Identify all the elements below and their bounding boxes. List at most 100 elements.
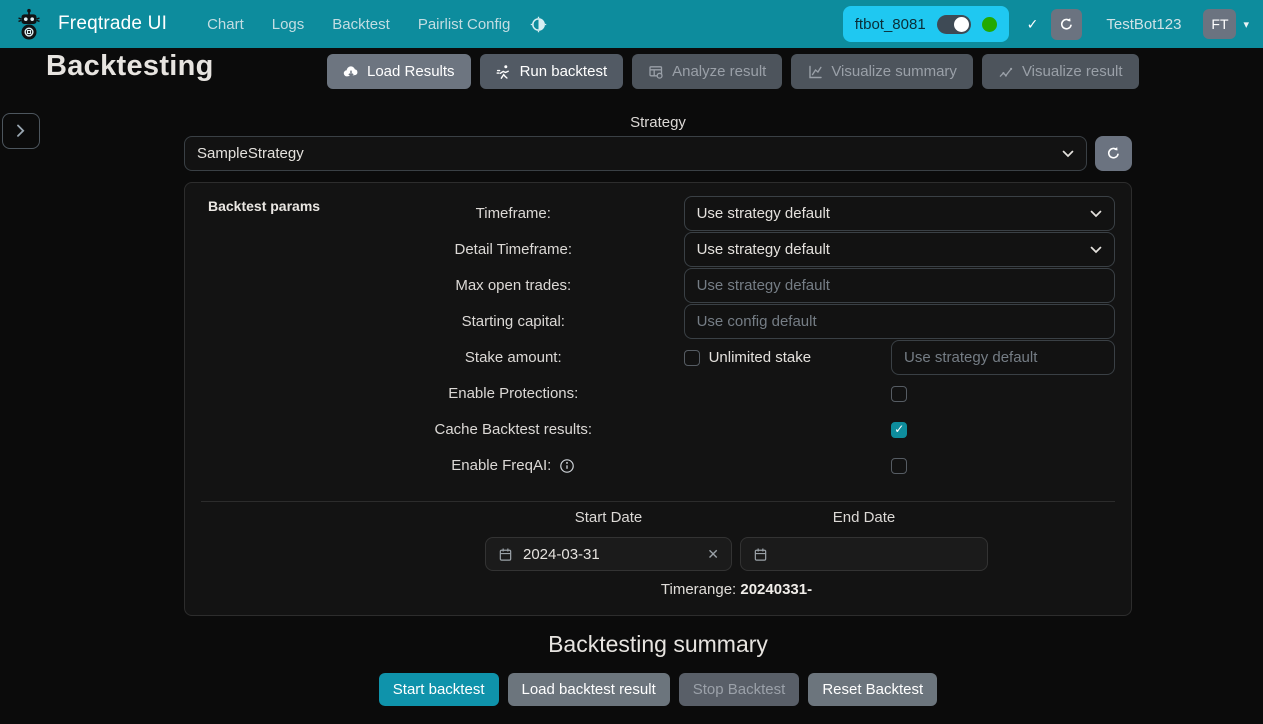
cache-results-row: Cache Backtest results: <box>185 412 1115 447</box>
strategy-label: Strategy <box>184 114 1132 131</box>
timeframe-select[interactable]: Use strategy default <box>684 196 1115 231</box>
enable-protections-checkbox[interactable] <box>891 386 907 402</box>
stake-amount-row: Stake amount: Unlimited stake <box>185 340 1115 375</box>
header-actions: Load Results Run backtest Ana <box>327 54 1139 89</box>
end-date-input[interactable] <box>740 537 988 571</box>
load-results-button[interactable]: Load Results <box>327 54 471 89</box>
cache-results-label: Cache Backtest results: <box>185 421 684 438</box>
info-icon[interactable] <box>559 458 575 474</box>
table-gear-icon <box>648 64 664 80</box>
unlimited-stake-checkbox[interactable] <box>684 350 700 366</box>
enable-freqai-checkbox[interactable] <box>891 458 907 474</box>
timeframe-label: Timeframe: <box>185 205 684 222</box>
visualize-result-button[interactable]: Visualize result <box>982 54 1139 89</box>
avatar: FT <box>1203 9 1236 39</box>
strategy-row: SampleStrategy <box>184 136 1132 171</box>
timerange-label: Timerange: <box>661 581 736 598</box>
calendar-icon[interactable] <box>498 547 513 562</box>
enable-freqai-row: Enable FreqAI: <box>185 448 1115 483</box>
unlimited-stake-label: Unlimited stake <box>709 349 812 366</box>
max-open-trades-input[interactable] <box>684 268 1115 303</box>
run-backtest-label: Run backtest <box>520 63 608 80</box>
timerange-text: Timerange: 20240331- <box>485 581 988 598</box>
analyze-result-button[interactable]: Analyze result <box>632 54 782 89</box>
nav-link-pairlist-config[interactable]: Pairlist Config <box>404 10 525 39</box>
reset-backtest-button[interactable]: Reset Backtest <box>808 673 937 706</box>
nav-link-backtest[interactable]: Backtest <box>318 10 404 39</box>
scatter-line-icon <box>998 64 1014 80</box>
end-date-group: End Date <box>740 509 988 571</box>
strategy-select[interactable]: SampleStrategy <box>184 136 1087 171</box>
bot-online-dot <box>982 17 997 32</box>
reload-icon <box>1106 146 1121 161</box>
reload-strategies-button[interactable] <box>1095 136 1132 171</box>
run-icon <box>496 64 512 80</box>
toggle-knob <box>954 17 969 32</box>
starting-capital-row: Starting capital: <box>185 304 1115 339</box>
brand-link[interactable]: Freqtrade UI <box>14 5 167 43</box>
user-menu[interactable]: FT ▾ <box>1203 9 1249 39</box>
analyze-result-label: Analyze result <box>672 63 766 80</box>
caret-down-icon: ▾ <box>1243 18 1249 31</box>
starting-capital-input[interactable] <box>684 304 1115 339</box>
enable-protections-label: Enable Protections: <box>185 385 684 402</box>
start-backtest-button[interactable]: Start backtest <box>379 673 499 706</box>
detail-timeframe-label: Detail Timeframe: <box>185 241 684 258</box>
reload-bot-button[interactable] <box>1051 9 1082 40</box>
strategy-selected-value: SampleStrategy <box>197 145 1062 162</box>
page-title: Backtesting <box>46 50 214 83</box>
visualize-summary-label: Visualize summary <box>831 63 957 80</box>
params-form: Timeframe: Use strategy default Detail T… <box>185 196 1115 484</box>
cache-results-checkbox[interactable] <box>891 422 907 438</box>
end-date-label: End Date <box>740 509 988 526</box>
summary-actions: Start backtest Load backtest result Stop… <box>184 673 1132 706</box>
backtesting-page: Freqtrade UI Chart Logs Backtest Pairlis… <box>0 0 1263 724</box>
backtest-params-panel: Backtest params Timeframe: Use strategy … <box>184 182 1132 616</box>
nav-link-chart[interactable]: Chart <box>193 10 258 39</box>
bot-name: ftbot_8081 <box>855 16 926 33</box>
calendar-icon[interactable] <box>753 547 768 562</box>
divider <box>201 501 1115 502</box>
theme-toggle-icon[interactable] <box>530 16 547 33</box>
start-date-value: 2024-03-31 <box>523 546 697 563</box>
reload-icon <box>1059 17 1074 32</box>
max-open-trades-row: Max open trades: <box>185 268 1115 303</box>
detail-timeframe-select[interactable]: Use strategy default <box>684 232 1115 267</box>
detail-timeframe-value: Use strategy default <box>697 241 1090 258</box>
start-date-input[interactable]: 2024-03-31 ✕ <box>485 537 732 571</box>
check-icon[interactable]: ✓ <box>1027 16 1039 33</box>
freqtrade-robot-logo-icon <box>14 5 48 43</box>
timeframe-row: Timeframe: Use strategy default <box>185 196 1115 231</box>
nav-link-logs[interactable]: Logs <box>258 10 319 39</box>
navbar-right: ftbot_8081 ✓ TestBot123 FT ▾ <box>843 6 1249 42</box>
cloud-download-icon <box>343 64 359 80</box>
chart-line-icon <box>807 64 823 80</box>
visualize-summary-button[interactable]: Visualize summary <box>791 54 973 89</box>
run-backtest-button[interactable]: Run backtest <box>480 54 624 89</box>
load-backtest-result-button[interactable]: Load backtest result <box>508 673 670 706</box>
stake-amount-label: Stake amount: <box>185 349 684 366</box>
sidebar-expand-button[interactable] <box>2 113 40 149</box>
detail-timeframe-row: Detail Timeframe: Use strategy default <box>185 232 1115 267</box>
starting-capital-label: Starting capital: <box>185 313 684 330</box>
bot-toggle-switch[interactable] <box>937 15 971 34</box>
navbar: Freqtrade UI Chart Logs Backtest Pairlis… <box>0 0 1263 48</box>
summary-title: Backtesting summary <box>184 631 1132 658</box>
brand-name: Freqtrade UI <box>58 13 167 35</box>
max-open-trades-label: Max open trades: <box>185 277 684 294</box>
load-results-label: Load Results <box>367 63 455 80</box>
chevron-down-icon <box>1090 210 1102 218</box>
bot-selector[interactable]: ftbot_8081 <box>843 6 1009 42</box>
chevron-down-icon <box>1062 150 1074 158</box>
start-date-label: Start Date <box>485 509 732 526</box>
stake-amount-input[interactable] <box>891 340 1115 375</box>
enable-freqai-label: Enable FreqAI: <box>451 457 551 474</box>
chevron-down-icon <box>1090 246 1102 254</box>
start-date-group: Start Date 2024-03-31 ✕ <box>485 509 732 571</box>
enable-protections-row: Enable Protections: <box>185 376 1115 411</box>
nav-links: Chart Logs Backtest Pairlist Config <box>193 10 547 39</box>
username-label: TestBot123 <box>1106 16 1181 33</box>
clear-date-icon[interactable]: ✕ <box>707 546 719 563</box>
timeframe-value: Use strategy default <box>697 205 1090 222</box>
stop-backtest-button[interactable]: Stop Backtest <box>679 673 800 706</box>
